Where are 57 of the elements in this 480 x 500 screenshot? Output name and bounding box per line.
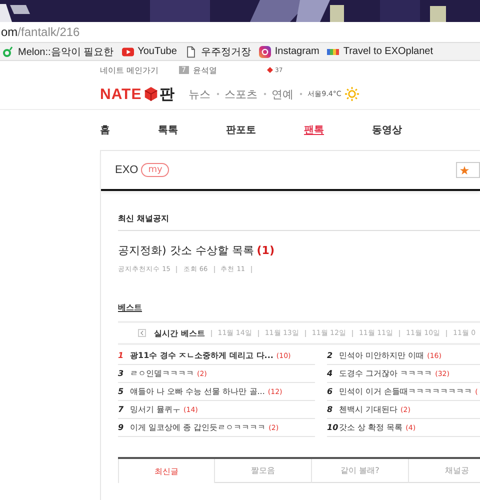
sun-icon — [345, 87, 360, 101]
bookmark[interactable]: Melon::음악이 필요한 — [2, 44, 114, 58]
menu-tab[interactable]: 동영상 — [372, 123, 402, 137]
cube-icon — [144, 87, 158, 101]
comment-count: (1) — [256, 244, 274, 257]
notice-title[interactable]: 공지정화) 갓소 수상할 목록 — [118, 244, 254, 257]
rank-number: 2 — [327, 351, 334, 360]
rank-number: 7 — [118, 405, 125, 414]
post-title[interactable]: 이게 일코상에 종 갑인듯ㄹㅇㅋㅋㅋㅋ — [130, 422, 266, 433]
rank-number: 3 — [118, 369, 125, 378]
melon-icon — [2, 46, 14, 58]
page-icon — [184, 46, 197, 58]
main-page-link[interactable]: 네이트 메인가기 — [100, 64, 159, 76]
favorite-button[interactable] — [456, 162, 480, 178]
bookmark[interactable]: 우주정거장 — [184, 44, 251, 58]
post-title[interactable]: 민석이 이거 손들때ㅋㅋㅋㅋㅋㅋㅋㅋ — [339, 386, 472, 397]
nav-link[interactable]: 뉴스 — [188, 86, 211, 102]
rank-number: 5 — [118, 387, 125, 396]
post-title[interactable]: 첸백시 기대된다 — [339, 404, 398, 415]
pan-logo[interactable]: 판 — [160, 84, 175, 104]
channel-name: EXO — [115, 164, 138, 176]
menu-tab[interactable]: 판포토 — [226, 123, 256, 137]
board-tab[interactable]: 최신글 — [118, 459, 215, 483]
menu-tab[interactable]: 톡톡 — [158, 123, 178, 137]
url-text[interactable]: om/fantalk/216 — [1, 25, 80, 39]
date-tab[interactable]: 실시간 베스트 — [154, 328, 205, 338]
camera-icon — [258, 46, 271, 58]
menu-tab[interactable]: 홈 — [100, 123, 110, 137]
rank-number: 4 — [327, 369, 334, 378]
post-title[interactable]: 갓소 상 확정 목록 — [339, 422, 403, 433]
rank-up-icon — [267, 67, 274, 73]
post-title[interactable]: 얘들아 나 오빠 수능 선물 하나만 골... — [130, 386, 265, 397]
nav-link[interactable]: 연예 — [272, 86, 294, 102]
section-heading: 베스트 — [118, 302, 143, 313]
previous-button[interactable] — [138, 329, 146, 337]
star-icon — [460, 166, 469, 174]
post-title[interactable]: 광11수 경수 ㅈㄴ소중하게 데리고 다... — [130, 350, 274, 361]
nate-logo[interactable]: NATE — [100, 86, 142, 102]
menu-tab[interactable]: 팬톡 — [304, 123, 324, 137]
section-heading: 최신 채널공지 — [118, 213, 480, 231]
post-title[interactable]: ㄹㅇ인델ㅋㅋㅋㅋ — [130, 368, 194, 379]
play-icon — [122, 46, 134, 58]
my-badge: my — [141, 163, 170, 177]
bookmark[interactable]: Instagram — [258, 46, 320, 58]
rank-number: 6 — [327, 387, 334, 396]
rank-number: 8 — [327, 405, 334, 414]
nav-link[interactable]: 스포츠 — [224, 86, 258, 102]
post-title[interactable]: 도경수 그거잖아 ㅋㅋㅋㅋ — [339, 368, 432, 379]
chevron-left-icon — [140, 330, 144, 336]
rank-number: 10 — [327, 423, 339, 432]
post-title[interactable]: 민석아 미안하지만 이때 — [339, 350, 424, 361]
bookmark[interactable]: YouTube — [122, 46, 177, 58]
bookmark[interactable]: Travel to EXOplanet — [327, 46, 434, 58]
rank-number: 1 — [118, 351, 125, 360]
post-title[interactable]: 밍서기 뮬퀴ㅜ — [130, 404, 181, 415]
trending-keyword[interactable]: 윤석열 — [193, 64, 218, 76]
rank-number: 9 — [118, 423, 125, 432]
